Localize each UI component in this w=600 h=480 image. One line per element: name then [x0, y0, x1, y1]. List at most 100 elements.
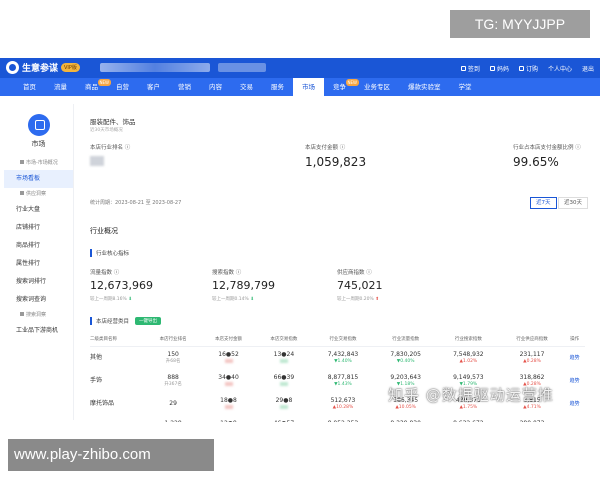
sidebar-item[interactable]: 市场看板 — [4, 170, 73, 188]
nav-item[interactable]: 交易 — [231, 78, 262, 96]
table-column-header[interactable]: 本店行业排名 — [145, 332, 201, 347]
cell-rank: 888 升367名 — [145, 369, 200, 392]
stat-period: 统计周期：2023-08-21 至 2023-08-27 — [90, 200, 182, 206]
nav-item[interactable]: 学堂 — [450, 78, 481, 96]
blurred-value — [279, 382, 288, 386]
pay-value-partial: 16●52 — [218, 350, 239, 358]
sidebar-item[interactable]: 搜索词排行 — [4, 273, 73, 291]
nav-item[interactable]: 服务 — [262, 78, 293, 96]
trend-link[interactable]: 趋势 — [570, 378, 580, 384]
range-7d-button[interactable]: 近7天 — [530, 197, 557, 209]
sidebar-item[interactable]: 搜索词查询 — [4, 291, 73, 309]
metric-pay-label: 本店支付金额 ⓘ — [305, 145, 346, 151]
zhihu-watermark: 知乎 @数据驱动运营推 — [388, 386, 554, 404]
kpi-supply-value: 745,021 — [337, 279, 383, 292]
nav-item[interactable]: 流量 — [45, 78, 76, 96]
logout-link[interactable]: 退出 — [582, 64, 594, 73]
range-30d-button[interactable]: 近30天 — [558, 197, 588, 209]
kpi-flow-delta: 较上一周期8.16% ⬇ — [90, 297, 133, 302]
kpi-flow-label: 流量指数 ⓘ — [90, 270, 120, 276]
nav-item[interactable]: 爆款实验室 — [399, 78, 450, 96]
table-column-header[interactable]: 行业供应商指数 — [499, 332, 565, 347]
metric-ratio-label: 行业占本店支付金额比例 ⓘ — [513, 145, 581, 151]
sidebar-title: 市场 — [31, 140, 46, 148]
cell-trade: 13●24 — [256, 346, 311, 369]
category-table-title: 本店经营类目 — [90, 317, 129, 325]
metric-rank-blurred — [90, 156, 104, 166]
nav-item-label: 内容 — [209, 83, 222, 91]
site-watermark: www.play-zhibo.com — [8, 439, 214, 471]
mama-link[interactable]: 妈妈 — [489, 64, 509, 73]
sidebar-item[interactable]: 行业大盘 — [4, 201, 73, 219]
nav-item[interactable]: 商品 NEW — [76, 78, 111, 96]
user-center-link[interactable]: 个人中心 — [548, 64, 572, 73]
sidebar-group-label: 供应洞察 — [4, 188, 73, 201]
nav-item[interactable]: 首页 — [14, 78, 45, 96]
nav-item[interactable]: 竞争 NEW — [324, 78, 359, 96]
trade-value-partial: 29●8 — [275, 396, 293, 404]
group-icon — [20, 160, 24, 164]
sidebar-item[interactable]: 店铺排行 — [4, 219, 73, 237]
nav-item[interactable]: 业务专区 — [355, 78, 399, 96]
app-name: 生意参谋 — [22, 64, 59, 74]
metric-value: 7,548,932 — [453, 350, 484, 358]
tg-watermark: TG: MYYJJPP — [450, 10, 590, 38]
sidebar-item-label: 供应洞察 — [26, 191, 47, 197]
blurred-value — [224, 405, 233, 409]
category-subtitle: 近30天市场概况 — [90, 128, 123, 133]
down-arrow-icon: ⬇ — [128, 297, 133, 302]
trend-link[interactable]: 趋势 — [570, 355, 580, 361]
cell-category: 手饰 — [90, 377, 103, 384]
nav-item-label: 竞争 — [333, 83, 346, 91]
table-column-header[interactable]: 本店支付金额 — [200, 332, 257, 347]
sidebar-item-label: 市场-市场概况 — [26, 160, 58, 166]
table-column-header[interactable]: 行业交易指数 — [311, 332, 375, 347]
core-metrics-title: 行业核心指标 — [90, 249, 129, 257]
sidebar-group-label: 市场-市场概况 — [4, 157, 73, 170]
table-column-header[interactable]: 行业搜索指数 — [437, 332, 500, 347]
blurred-value — [224, 382, 233, 386]
kpi-search-delta: 较上一周期0.14% ⬇ — [212, 297, 255, 302]
nav-item-label: 市场 — [302, 83, 315, 91]
nav-item[interactable]: 市场 — [293, 78, 324, 96]
cell-ind-flow: 7,830,205 ▼0.40% — [374, 346, 437, 369]
metric-rank-label: 本店行业排名 ⓘ — [90, 145, 131, 151]
app-logo[interactable]: 生意参谋 VIP版 — [6, 61, 80, 74]
metric-change: ▼0.40% — [396, 358, 415, 364]
order-icon — [518, 66, 524, 71]
nav-item[interactable]: 自营 — [107, 78, 138, 96]
sidebar-item-label: 搜索词排行 — [16, 278, 47, 285]
cell-operation: 趋势 — [564, 392, 585, 415]
table-column-header[interactable]: 行业流量指数 — [374, 332, 437, 347]
pay-value-partial: 34●40 — [218, 373, 239, 381]
cell-ind-trade: 8,877,815 ▼1.43% — [312, 369, 375, 392]
sidebar-item[interactable]: 工业品下游商机 — [4, 322, 73, 340]
metric-value: 231,117 — [519, 350, 545, 358]
nav-item-label: 客户 — [147, 83, 160, 91]
blurred-value — [279, 359, 288, 364]
sidebar-item-label: 商品排行 — [16, 242, 41, 249]
sidebar-item-label: 属性排行 — [16, 260, 41, 267]
cell-ind-search: 7,548,932 ▲1.02% — [437, 346, 500, 369]
cell-ind-trade: 7,432,843 ▼1.40% — [312, 346, 375, 369]
sidebar-item[interactable]: 商品排行 — [4, 237, 73, 255]
checkin-link[interactable]: 签到 — [460, 64, 480, 73]
nav-item-label: 流量 — [54, 83, 67, 91]
table-column-header[interactable]: 本店交易指数 — [256, 332, 312, 347]
sidebar-item[interactable]: 属性排行 — [4, 255, 73, 273]
nav-item[interactable]: 营销 — [169, 78, 200, 96]
table-row: 其他 150 升68名 16●52 13●24 7,432,843 ▼1.40% 7,830,… — [90, 346, 585, 369]
down-arrow-icon: ⬇ — [250, 297, 255, 302]
table-column-header[interactable]: 二级类目名称 — [90, 332, 146, 347]
nav-item[interactable]: 内容 — [200, 78, 231, 96]
nav-item-label: 自营 — [116, 83, 129, 91]
market-icon — [27, 114, 50, 136]
blurred-value — [279, 405, 288, 409]
order-link[interactable]: 订购 — [518, 64, 538, 73]
cell-ind-trade: 512,673 ▲10.28% — [312, 392, 375, 415]
nav-item[interactable]: 客户 — [138, 78, 169, 96]
trend-link[interactable]: 趋势 — [570, 401, 580, 407]
table-column-header[interactable]: 操作 — [564, 332, 585, 347]
metric-value: 9,149,573 — [453, 373, 484, 381]
export-button[interactable]: 一键导出 — [135, 317, 162, 325]
